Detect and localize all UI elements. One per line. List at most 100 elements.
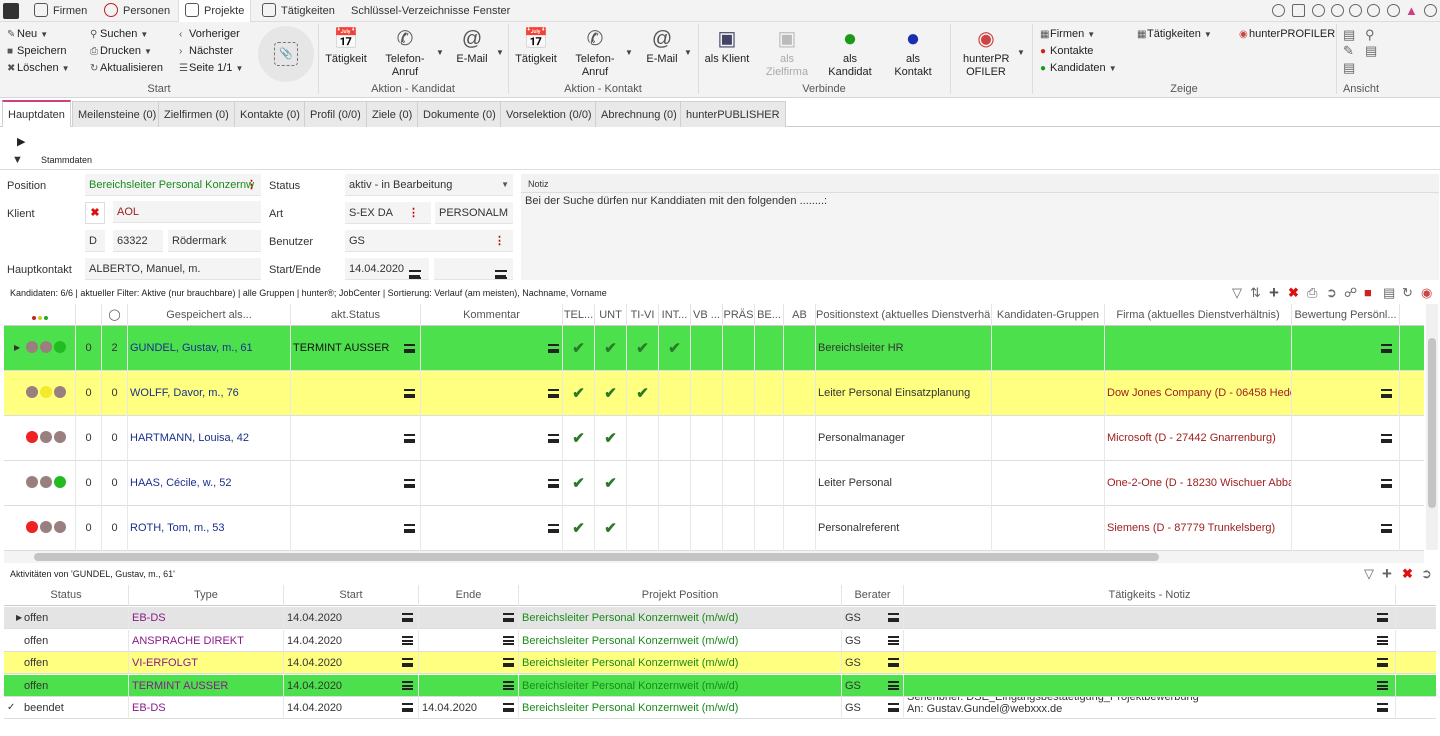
kontakt-activity-button[interactable]: 📅 Tätigkeit xyxy=(514,28,558,66)
menu-icon[interactable] xyxy=(1377,613,1388,622)
kandidat-row[interactable]: 0 0 ROTH, Tom, m., 53 ✔ ✔ Personalreferent Sie… xyxy=(4,506,1424,551)
act-start-cell[interactable]: 14.04.2020 xyxy=(284,629,419,652)
link-icon[interactable]: ☍ xyxy=(1344,285,1357,301)
col-kommentar[interactable]: Kommentar xyxy=(421,304,563,326)
aktivitaet-row[interactable]: ✓ beendet EB-DS 14.04.2020 14.04.2020 Bereich… xyxy=(4,697,1436,719)
act-ende-cell[interactable] xyxy=(419,607,519,629)
col-positionstext[interactable]: Positionstext (aktuelles Dienstverhä... xyxy=(816,304,992,326)
menu-icon[interactable] xyxy=(402,680,413,690)
refresh-icon[interactable]: ↻ xyxy=(1402,285,1413,301)
lock-icon[interactable]: ■ xyxy=(1364,285,1372,300)
candidate-name[interactable]: GUNDEL, Gustav, m., 61 xyxy=(128,326,291,371)
zeige-taetigkeiten-button[interactable]: ▦Tätigkeiten ▼ xyxy=(1137,28,1212,40)
refresh-icon[interactable] xyxy=(1367,4,1380,17)
col-status[interactable]: akt.Status xyxy=(291,304,421,326)
add-icon[interactable]: + xyxy=(1269,283,1279,303)
firma-cell[interactable]: One-2-One (D - 18230 Wischuer Abbau) xyxy=(1105,461,1292,506)
menu-icon[interactable] xyxy=(1381,344,1392,353)
menu-icon[interactable] xyxy=(1381,434,1392,443)
next-button[interactable]: › Nächster xyxy=(179,45,233,57)
klient-field[interactable]: AOL xyxy=(113,201,261,223)
act-notiz-cell[interactable] xyxy=(904,674,1396,697)
kandidat-row[interactable]: 0 0 HARTMANN, Louisa, 42 ✔ ✔ Personalmanager M… xyxy=(4,416,1424,461)
menu-icon[interactable] xyxy=(888,703,899,712)
sort-icon[interactable]: ⇅ xyxy=(1250,285,1261,301)
akt-status-cell[interactable] xyxy=(291,416,421,461)
menu-tab-taetigkeiten[interactable]: Tätigkeiten xyxy=(262,0,335,22)
tab-profil[interactable]: Profil (0/0) xyxy=(304,101,367,127)
candidate-name[interactable]: WOLFF, Davor, m., 76 xyxy=(128,371,291,416)
print-button[interactable]: ⎙ Drucken ▼ xyxy=(90,45,152,57)
firma-cell[interactable]: Siemens (D - 87779 Trunkelsberg) xyxy=(1105,506,1292,551)
dashboard-icon[interactable] xyxy=(1272,4,1285,17)
bell-icon[interactable]: ▲ xyxy=(1405,3,1418,18)
kommentar-cell[interactable] xyxy=(421,371,563,416)
bewertung-cell[interactable] xyxy=(1292,506,1400,551)
search-button[interactable]: ⚲ Suchen ▼ xyxy=(90,28,148,40)
firma-cell[interactable]: Microsoft (D - 27442 Gnarrenburg) xyxy=(1105,416,1292,461)
hauptkontakt-field[interactable]: ALBERTO, Manuel, m. xyxy=(85,258,261,280)
kandidat-email-dropdown[interactable]: ▼ xyxy=(496,48,504,57)
menu-icon[interactable] xyxy=(888,613,899,622)
akt-status-cell[interactable] xyxy=(291,506,421,551)
forward-icon[interactable]: ➲ xyxy=(1421,566,1432,582)
kandidat-activity-button[interactable]: 📅 Tätigkeit xyxy=(324,28,368,66)
tab-dokumente[interactable]: Dokumente (0) xyxy=(417,101,502,127)
save-button[interactable]: ■ Speichern xyxy=(7,45,67,57)
menu-icon[interactable] xyxy=(548,479,559,488)
notiz-text[interactable]: Bei der Suche dürfen nur Kanddiaten mit … xyxy=(521,192,1439,280)
zeige-firmen-button[interactable]: ▦Firmen ▼ xyxy=(1040,28,1095,40)
menu-icon[interactable] xyxy=(402,613,413,622)
calendar-menu-icon[interactable] xyxy=(409,264,421,279)
menu-icon[interactable] xyxy=(1381,389,1392,398)
col-be[interactable]: BE... xyxy=(755,304,784,326)
page-selector[interactable]: ☰Seite 1/1 ▼ xyxy=(179,62,243,74)
act-position-cell[interactable]: Bereichsleiter Personal Konzernweit (m/w… xyxy=(519,652,842,674)
search-icon[interactable] xyxy=(1349,4,1362,17)
end-date-field[interactable] xyxy=(434,258,513,280)
col-praes[interactable]: PRÄS xyxy=(723,304,755,326)
delete-icon[interactable]: ✖ xyxy=(1402,566,1413,582)
zeige-kontakte-button[interactable]: ● Kontakte xyxy=(1040,45,1093,57)
refresh-button[interactable]: ↻ Aktualisieren xyxy=(90,62,163,74)
tab-zielfirmen[interactable]: Zielfirmen (0) xyxy=(158,101,235,127)
connect-zielfirma-button[interactable]: ▣ als Zielfirma xyxy=(763,28,811,79)
menu-icon[interactable] xyxy=(888,680,899,690)
firma-cell[interactable] xyxy=(1105,326,1292,371)
aktivitaet-row[interactable]: offen ANSPRACHE DIREKT 14.04.2020 Bereichsl… xyxy=(4,629,1436,652)
kommentar-cell[interactable] xyxy=(421,326,563,371)
col-gruppen[interactable]: Kandidaten-Gruppen xyxy=(992,304,1105,326)
candidate-name[interactable]: HAAS, Cécile, w., 52 xyxy=(128,461,291,506)
menu-icon[interactable] xyxy=(1381,524,1392,533)
menu-icon[interactable] xyxy=(888,658,899,667)
kandidat-phone-button[interactable]: ✆ Telefon-Anruf xyxy=(380,28,430,79)
print-icon[interactable]: ⎙ xyxy=(1307,285,1317,301)
filter-icon[interactable]: ▽ xyxy=(1232,285,1242,301)
horizontal-scrollbar[interactable] xyxy=(4,551,1424,563)
tab-vorselektion[interactable]: Vorselektion (0/0) xyxy=(500,101,598,127)
menu-icon[interactable] xyxy=(503,703,514,712)
act-notiz-cell[interactable] xyxy=(904,607,1396,629)
menu-icon[interactable] xyxy=(548,389,559,398)
connect-klient-button[interactable]: ▣ als Klient xyxy=(703,28,751,66)
tab-kontakte[interactable]: Kontakte (0) xyxy=(234,101,306,127)
col-act-ende[interactable]: Ende xyxy=(419,585,519,606)
act-position-cell[interactable]: Bereichsleiter Personal Konzernweit (m/w… xyxy=(519,607,842,629)
aktivitaet-row[interactable]: ▶ offen EB-DS 14.04.2020 Bereichsleiter Pers… xyxy=(4,607,1436,629)
connect-kontakt-button[interactable]: ● als Kontakt xyxy=(889,27,937,79)
col-gespeichert[interactable]: Gespeichert als... xyxy=(128,304,291,326)
kommentar-cell[interactable] xyxy=(421,416,563,461)
delete-icon[interactable]: ✖ xyxy=(1288,285,1299,301)
tab-meilensteine[interactable]: Meilensteine (0) xyxy=(72,101,163,127)
menu-icon[interactable] xyxy=(1377,703,1388,712)
calendar-menu-icon[interactable] xyxy=(495,264,507,279)
col-int[interactable]: INT... xyxy=(659,304,691,326)
menu-icon[interactable] xyxy=(1377,680,1388,690)
act-position-cell[interactable]: Bereichsleiter Personal Konzernweit (m/w… xyxy=(519,629,842,652)
act-notiz-cell[interactable] xyxy=(904,652,1396,674)
menu-icon[interactable] xyxy=(548,434,559,443)
kontakt-email-button[interactable]: @ E-Mail xyxy=(642,28,682,66)
act-position-cell[interactable]: Bereichsleiter Personal Konzernweit (m/w… xyxy=(519,697,842,719)
act-berater-cell[interactable]: GS xyxy=(842,629,904,652)
start-date-field[interactable]: 14.04.2020 xyxy=(345,258,429,280)
